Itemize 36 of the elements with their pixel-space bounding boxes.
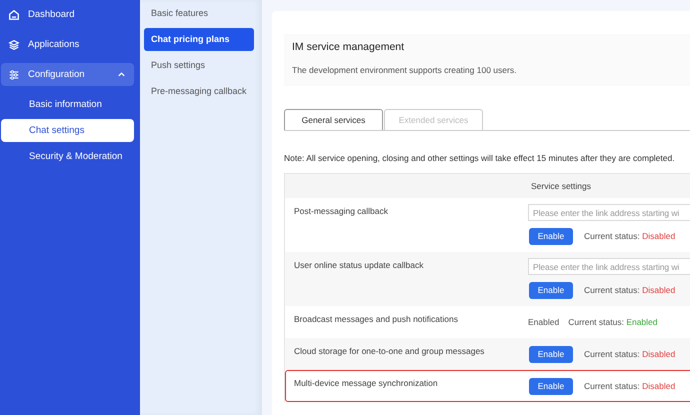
column-header: Service settings <box>530 180 592 193</box>
info-title: IM service management <box>292 41 406 53</box>
current-status: Current status: Disabled <box>584 231 676 241</box>
nav-item[interactable]: Dashboard <box>1 3 134 26</box>
submenu-item[interactable]: Push settings <box>144 54 254 77</box>
submenu-item[interactable]: Pre-messaging callback <box>144 80 254 103</box>
service-name: Cloud storage for one-to-one and group messages <box>293 345 486 358</box>
tab[interactable]: General services <box>284 109 383 130</box>
enable-button[interactable]: Enable <box>529 282 573 298</box>
current-status: Current status: Disabled <box>584 285 676 295</box>
service-name: Post-messaging callback <box>293 205 390 218</box>
chevron-up-icon <box>117 70 126 79</box>
service-name: User online status update callback <box>293 259 424 272</box>
info-description: The development environment supports creating 100 users. <box>292 65 518 75</box>
submenu-item[interactable]: Basic features <box>144 2 254 25</box>
submenu-item[interactable]: Chat pricing plans <box>144 28 254 51</box>
nav-subitem[interactable]: Basic information <box>1 93 134 116</box>
service-name: Broadcast messages and push notifications <box>293 313 459 326</box>
home-icon <box>8 8 20 20</box>
layers-icon <box>8 38 20 50</box>
nav-item[interactable]: Configuration <box>1 63 134 86</box>
note-text: Note: All service opening, closing and other settings will take effect 15 minutes after they are completed. <box>284 153 676 163</box>
nav-subitem[interactable]: Security & Moderation <box>1 145 134 168</box>
current-status: Current status: Disabled <box>584 349 676 359</box>
nav-subitem[interactable]: Chat settings <box>1 119 134 142</box>
url-input-field[interactable]: Please enter the link address starting wi <box>528 258 690 275</box>
current-status: Current status: Disabled <box>584 381 676 391</box>
url-input-field[interactable]: Please enter the link address starting wi <box>528 204 690 221</box>
enable-button[interactable]: Enable <box>529 346 573 362</box>
enable-button[interactable]: Enable <box>529 228 573 244</box>
current-status: Current status: Enabled <box>568 317 658 327</box>
sliders-icon <box>8 68 20 80</box>
nav-item[interactable]: Applications <box>1 33 134 56</box>
service-value: Enabled <box>528 317 560 327</box>
enable-button[interactable]: Enable <box>529 378 573 394</box>
service-name: Multi-device message synchronization <box>293 377 439 390</box>
